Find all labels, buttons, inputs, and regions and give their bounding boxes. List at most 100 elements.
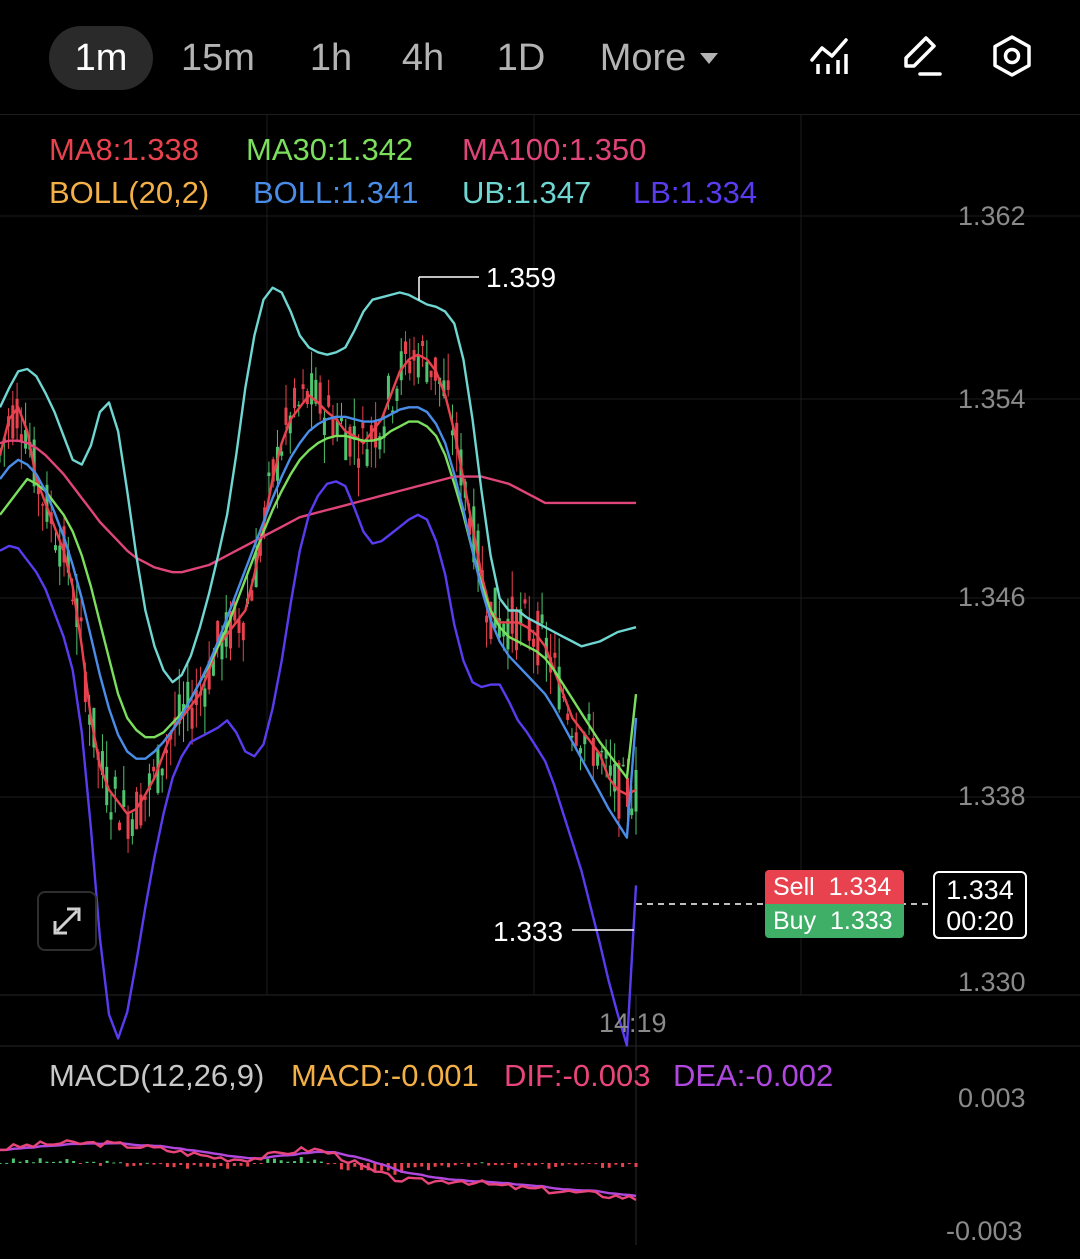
candle-body (58, 545, 62, 567)
macd-bar (580, 1163, 584, 1165)
macd-bar (266, 1158, 270, 1163)
candle-body (11, 405, 15, 439)
macd-bar (480, 1162, 484, 1164)
macd-bar (601, 1163, 605, 1168)
legend-ma8: MA8:1.338 (49, 132, 199, 167)
macd-bar (78, 1163, 82, 1164)
macd-bar (540, 1163, 544, 1164)
sell-badge[interactable]: Sell 1.334 (765, 870, 904, 904)
candle-body (608, 765, 612, 776)
macd-bar (353, 1163, 357, 1167)
macd-tick: 0.003 (958, 1083, 1026, 1113)
countdown: 00:20 (946, 906, 1014, 936)
candle-body (553, 652, 557, 658)
macd-bar (460, 1163, 464, 1165)
macd-bar (65, 1159, 69, 1163)
dif-line (0, 1139, 637, 1201)
candle-body (566, 713, 570, 720)
macd-bar (440, 1163, 444, 1166)
candle-body (348, 426, 352, 457)
macd-bar (212, 1163, 216, 1168)
candle-body (109, 812, 113, 820)
macd-bar (38, 1158, 42, 1163)
macd-bar (145, 1162, 149, 1164)
macd-bar (594, 1163, 598, 1165)
macd-bar (520, 1163, 524, 1165)
macd-bar (232, 1163, 236, 1166)
macd-bar (239, 1163, 243, 1166)
legend-lb: LB:1.334 (633, 175, 758, 210)
candle-body (280, 451, 284, 456)
candle-body (425, 362, 429, 383)
macd-bar (547, 1163, 551, 1169)
candle-body (79, 617, 83, 622)
macd-bar (607, 1163, 611, 1168)
candle-body (293, 387, 297, 408)
candle-body (399, 351, 403, 381)
macd-bar (621, 1163, 625, 1167)
macd-bar (426, 1163, 430, 1171)
candle-body (301, 384, 305, 390)
macd-bar (139, 1163, 143, 1166)
candle-body (152, 766, 156, 772)
candle-body (203, 688, 207, 707)
macd-bar (500, 1163, 504, 1166)
candles (0, 331, 638, 853)
macd-bar (319, 1161, 323, 1163)
buy-badge[interactable]: Buy 1.333 (765, 904, 904, 938)
macd-bar (587, 1163, 591, 1164)
macd-bar (574, 1163, 578, 1166)
macd-bar (433, 1163, 437, 1167)
macd-bar (112, 1162, 116, 1164)
macd-bar (259, 1163, 263, 1164)
candle-body (408, 360, 412, 374)
expand-button[interactable] (37, 891, 97, 951)
candle-body (630, 808, 634, 816)
candle-body (587, 713, 591, 721)
candle-body (514, 610, 518, 651)
macd-bar (98, 1163, 102, 1166)
macd-bar (560, 1163, 564, 1166)
macd-bar (5, 1162, 9, 1164)
macd-bar (105, 1160, 109, 1163)
candle-body (540, 614, 544, 624)
macd-bar (493, 1163, 497, 1165)
candle-body (485, 615, 489, 623)
macd-bar (293, 1161, 297, 1163)
candle-body (361, 422, 365, 429)
candle-body (122, 790, 126, 808)
macd-bar (85, 1161, 89, 1163)
macd-bar (25, 1159, 29, 1163)
series-line-lb (0, 480, 638, 1047)
macd-bar (152, 1163, 156, 1165)
macd-bar (132, 1163, 136, 1166)
macd-bar (614, 1163, 618, 1165)
macd-bar (527, 1163, 531, 1166)
macd-bar (286, 1161, 290, 1163)
candle-body (318, 382, 322, 414)
sell-price: 1.334 (828, 873, 892, 901)
price-tick: 1.338 (958, 781, 1026, 811)
candle-body (130, 819, 134, 836)
macd-bar (406, 1163, 410, 1168)
current-price-box: 1.334 00:20 (933, 871, 1027, 939)
macd-bar (165, 1163, 169, 1168)
candle-body (510, 596, 514, 634)
candle-body (126, 813, 130, 839)
candle-body (15, 398, 19, 429)
candle-body (267, 472, 271, 477)
dea-value: DEA:-0.002 (673, 1058, 834, 1093)
macd-title: MACD(12,26,9) (49, 1058, 265, 1093)
price-tick: 1.330 (958, 967, 1026, 997)
macd-bar (219, 1163, 223, 1167)
candle-body (113, 776, 117, 789)
legend-boll-mid: BOLL:1.341 (253, 175, 419, 210)
macd-bar (333, 1163, 337, 1164)
macd-bar (272, 1158, 276, 1163)
macd-bar (179, 1163, 183, 1166)
candle-body (421, 341, 425, 347)
candle-body (429, 370, 433, 378)
candle-body (523, 599, 527, 604)
price-tick: 1.354 (958, 384, 1026, 414)
macd-bar (413, 1163, 417, 1168)
